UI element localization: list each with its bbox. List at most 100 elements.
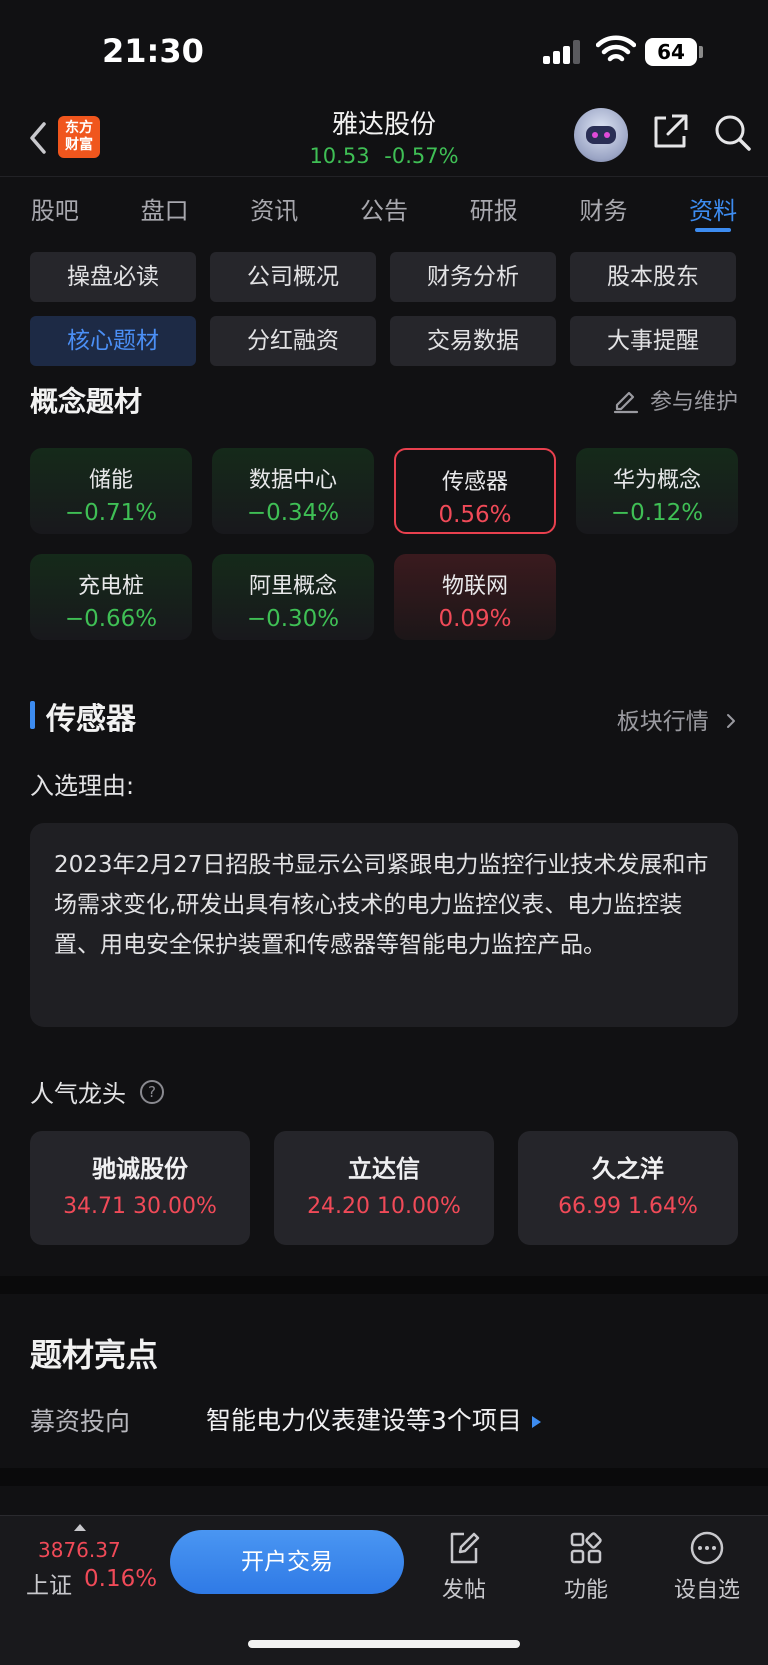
concept-pct: −0.71% xyxy=(64,500,158,526)
add-watchlist-button[interactable]: 设自选 xyxy=(657,1530,757,1604)
battery-indicator: 64 xyxy=(645,38,697,66)
subnav-dividends[interactable]: 分红融资 xyxy=(210,316,376,366)
concept-pct: −0.12% xyxy=(610,500,704,526)
concept-name: 数据中心 xyxy=(248,468,337,493)
cellular-signal-icon xyxy=(543,40,583,64)
leader-pct: 10.00% xyxy=(377,1194,461,1219)
robot-assistant-avatar[interactable] xyxy=(574,108,628,162)
concept-pct: 0.09% xyxy=(438,606,512,632)
leader-card[interactable]: 驰诚股份 34.71 30.00% xyxy=(30,1131,250,1245)
popular-leaders-label: 人气龙头 ? xyxy=(30,1074,164,1109)
section-divider xyxy=(0,1276,768,1294)
sector-market-label: 板块行情 xyxy=(616,709,709,735)
concept-card[interactable]: 阿里概念 −0.30% xyxy=(212,554,374,640)
caret-right-icon xyxy=(531,1416,541,1428)
stock-header: 东方 财富 雅达股份 10.53 -0.57% xyxy=(0,100,768,176)
expand-up-icon[interactable] xyxy=(74,1524,86,1531)
fund-use-link[interactable]: 智能电力仪表建设等3个项目 xyxy=(206,1401,541,1437)
concept-card-selected[interactable]: 传感器 0.56% xyxy=(394,448,556,534)
leader-price: 66.99 xyxy=(558,1194,622,1219)
post-label: 发帖 xyxy=(441,1578,486,1603)
subnav-trading-data[interactable]: 交易数据 xyxy=(390,316,556,366)
leader-name: 立达信 xyxy=(348,1155,420,1183)
concept-pct: −0.30% xyxy=(246,606,340,632)
tab-research[interactable]: 研报 xyxy=(439,177,549,234)
wifi-icon xyxy=(596,35,636,62)
leader-name: 驰诚股份 xyxy=(92,1155,188,1183)
subnav-company-overview[interactable]: 公司概况 xyxy=(210,252,376,302)
more-circle-icon xyxy=(690,1531,724,1565)
concept-name: 华为概念 xyxy=(612,468,701,493)
concept-pct: 0.56% xyxy=(438,502,512,528)
concept-pct: −0.66% xyxy=(64,606,158,632)
leader-cards: 驰诚股份 34.71 30.00% 立达信 24.20 10.00% 久之洋 6… xyxy=(30,1131,738,1245)
concept-card[interactable]: 储能 −0.71% xyxy=(30,448,192,534)
search-icon[interactable] xyxy=(712,112,752,152)
leader-quote: 24.20 10.00% xyxy=(274,1194,494,1219)
tab-announcements[interactable]: 公告 xyxy=(329,177,439,234)
concept-name: 物联网 xyxy=(441,574,508,599)
share-icon[interactable] xyxy=(650,112,690,152)
robot-face-icon xyxy=(586,126,616,144)
concept-name: 阿里概念 xyxy=(248,574,337,599)
reason-text: 2023年2月27日招股书显示公司紧跟电力监控行业技术发展和市场需求变化,研发出… xyxy=(30,823,738,1027)
main-tabs: 股吧 盘口 资讯 公告 研报 财务 资料 xyxy=(0,176,768,234)
open-account-button[interactable]: 开户交易 xyxy=(170,1530,404,1594)
subnav-trading-guide[interactable]: 操盘必读 xyxy=(30,252,196,302)
concept-grid: 储能 −0.71% 数据中心 −0.34% 传感器 0.56% 华为概念 −0.… xyxy=(30,448,738,640)
leader-card[interactable]: 久之洋 66.99 1.64% xyxy=(518,1131,738,1245)
detail-title: 传感器 xyxy=(46,702,136,737)
compose-icon xyxy=(450,1532,480,1564)
subnav-financial-analysis[interactable]: 财务分析 xyxy=(390,252,556,302)
subnav-event-reminders[interactable]: 大事提醒 xyxy=(570,316,736,366)
fund-use-label: 募资投向 xyxy=(30,1407,131,1436)
concepts-title: 概念题材 xyxy=(30,385,143,418)
home-indicator[interactable] xyxy=(248,1640,520,1648)
popular-leaders-text: 人气龙头 xyxy=(30,1080,126,1108)
maintain-button[interactable]: 参与维护 xyxy=(612,384,738,416)
leader-price: 34.71 xyxy=(63,1194,127,1219)
leader-card[interactable]: 立达信 24.20 10.00% xyxy=(274,1131,494,1245)
subnav-shareholders[interactable]: 股本股东 xyxy=(570,252,736,302)
grid-icon xyxy=(570,1532,602,1564)
profile-subnav: 操盘必读 公司概况 财务分析 股本股东 核心题材 分红融资 交易数据 大事提醒 xyxy=(30,252,738,366)
post-button[interactable]: 发帖 xyxy=(414,1530,514,1604)
help-icon[interactable]: ? xyxy=(140,1079,164,1104)
stock-price: 10.53 xyxy=(309,144,370,168)
concept-card[interactable]: 数据中心 −0.34% xyxy=(212,448,374,534)
chevron-right-icon xyxy=(727,714,735,728)
maintain-label: 参与维护 xyxy=(649,390,738,415)
status-bar: 21:30 64 xyxy=(0,0,768,100)
concept-pct: −0.34% xyxy=(246,500,340,526)
stock-change-pct: -0.57% xyxy=(384,144,459,168)
section-divider xyxy=(0,1468,768,1486)
tab-profile[interactable]: 资料 xyxy=(658,177,768,234)
battery-cap xyxy=(699,46,703,58)
tab-guba[interactable]: 股吧 xyxy=(0,177,110,234)
concept-card[interactable]: 物联网 0.09% xyxy=(394,554,556,640)
watchlist-label: 设自选 xyxy=(673,1578,740,1603)
reason-label: 入选理由: xyxy=(30,772,135,800)
concept-name: 传感器 xyxy=(441,470,508,495)
leader-quote: 34.71 30.00% xyxy=(30,1194,250,1219)
index-value[interactable]: 3876.37 xyxy=(38,1538,121,1562)
functions-button[interactable]: 功能 xyxy=(536,1530,636,1604)
leader-pct: 1.64% xyxy=(628,1194,698,1219)
concept-name: 储能 xyxy=(88,468,133,493)
index-name[interactable]: 上证 xyxy=(26,1566,72,1600)
subnav-core-themes[interactable]: 核心题材 xyxy=(30,316,196,366)
fund-use-value: 智能电力仪表建设等3个项目 xyxy=(206,1406,522,1435)
index-pct[interactable]: 0.16% xyxy=(84,1566,157,1592)
leader-quote: 66.99 1.64% xyxy=(518,1194,738,1219)
section-accent-bar xyxy=(30,701,35,729)
concept-card[interactable]: 充电桩 −0.66% xyxy=(30,554,192,640)
leader-pct: 30.00% xyxy=(133,1194,217,1219)
tab-pankou[interactable]: 盘口 xyxy=(110,177,220,234)
tab-news[interactable]: 资讯 xyxy=(219,177,329,234)
functions-label: 功能 xyxy=(563,1578,608,1603)
tab-finance[interactable]: 财务 xyxy=(549,177,659,234)
leader-price: 24.20 xyxy=(307,1194,371,1219)
sector-market-link[interactable]: 板块行情 xyxy=(617,702,738,736)
highlights-title: 题材亮点 xyxy=(30,1336,159,1374)
concept-card[interactable]: 华为概念 −0.12% xyxy=(576,448,738,534)
